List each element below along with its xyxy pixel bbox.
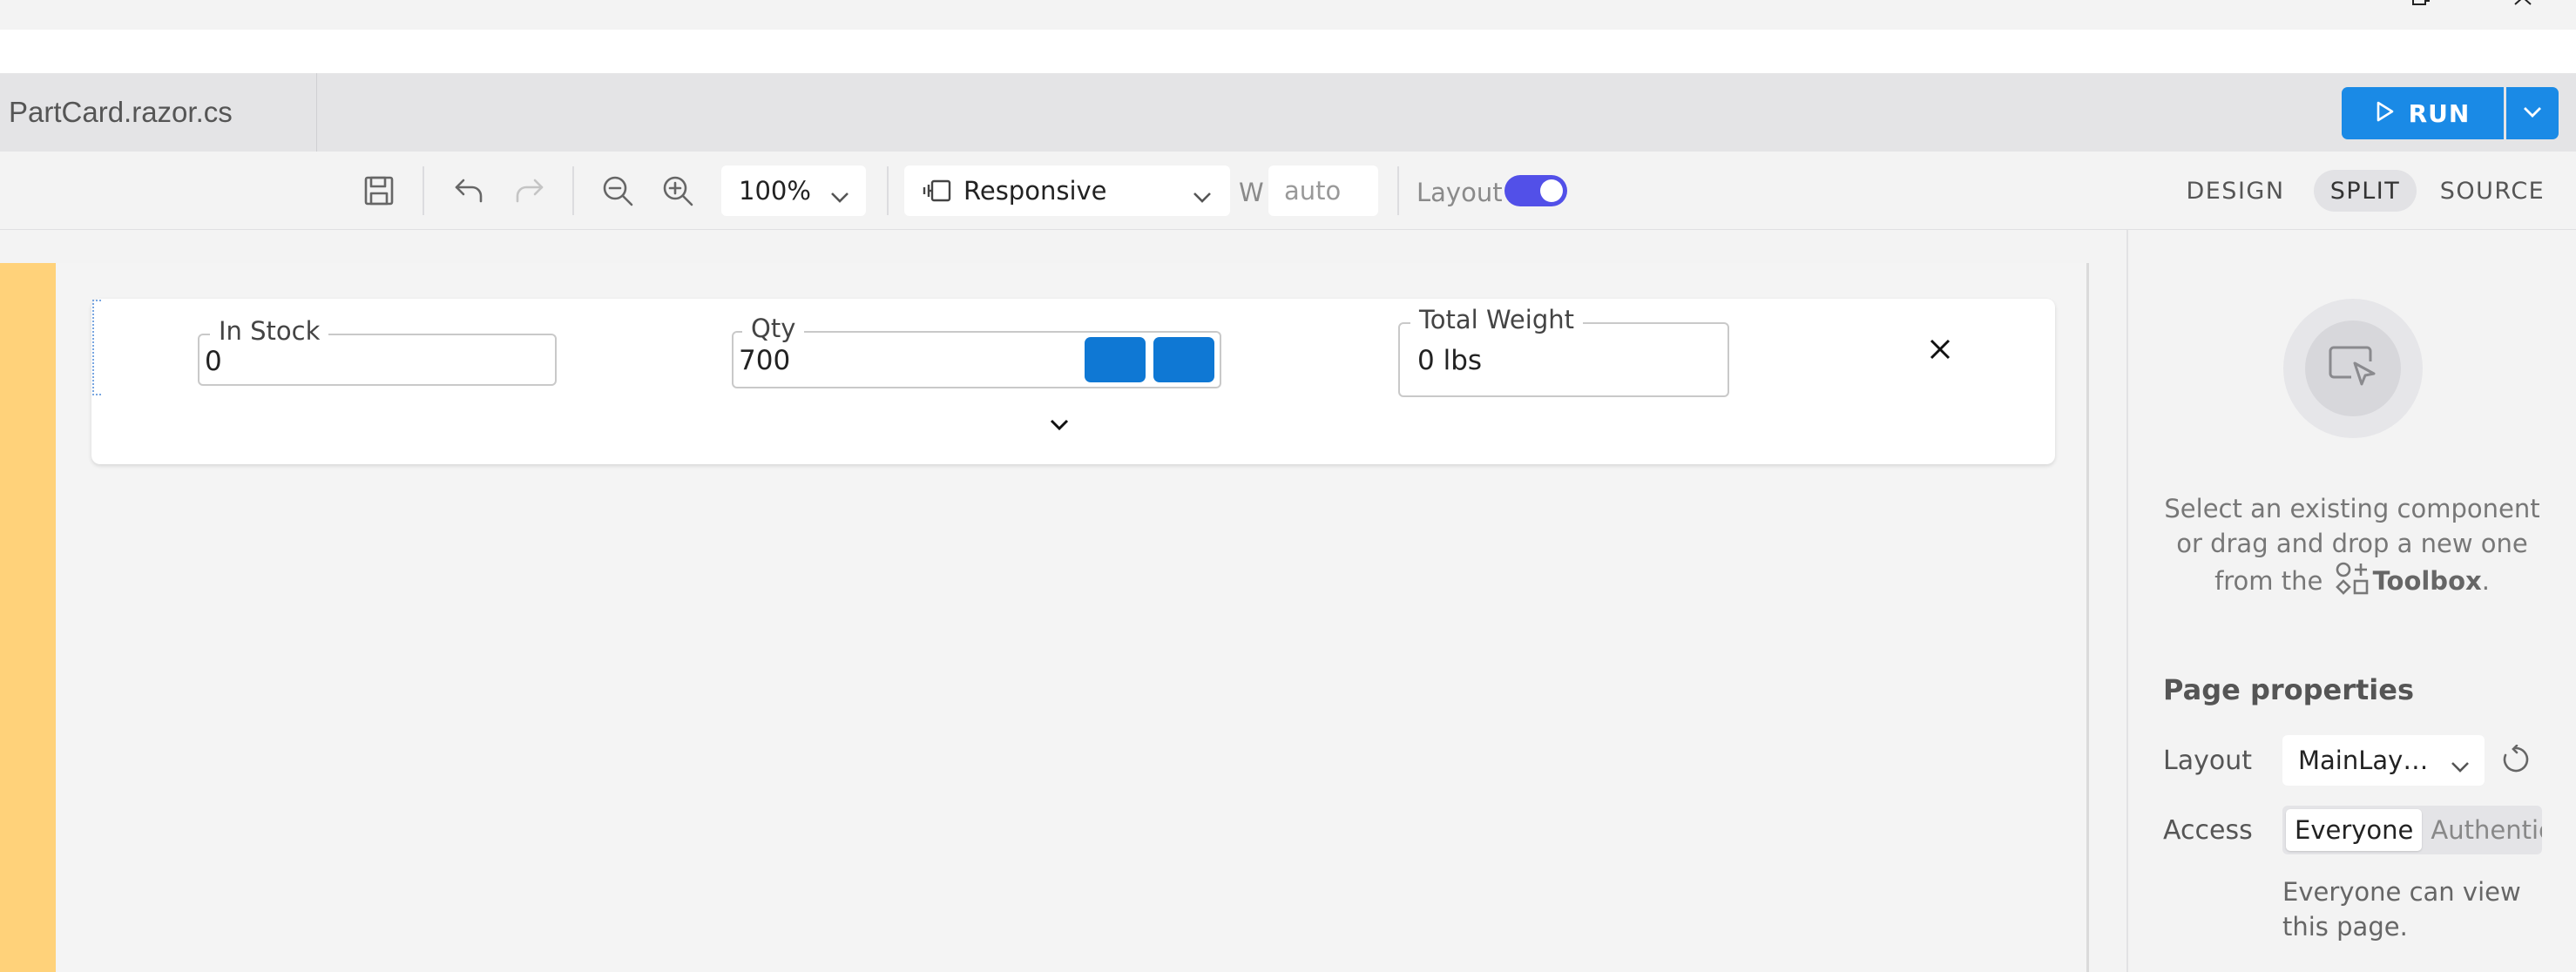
responsive-device-icon bbox=[920, 179, 953, 203]
qty-value: 700 bbox=[739, 345, 791, 376]
qty-label: Qty bbox=[742, 314, 805, 343]
tab-bar: PartCard.razor.cs RUN bbox=[0, 73, 2576, 152]
play-icon bbox=[2376, 99, 2395, 128]
separator bbox=[887, 166, 889, 215]
designer-toolbar: 100% Responsive W auto Layout DESIGN SPL… bbox=[0, 152, 2576, 230]
access-description: Everyone can view this page. bbox=[2282, 877, 2521, 942]
run-button[interactable]: RUN bbox=[2342, 87, 2504, 139]
layout-select[interactable]: MainLay… bbox=[2282, 735, 2485, 786]
minimize-icon[interactable] bbox=[2295, 0, 2347, 23]
chevron-down-icon bbox=[2523, 105, 2542, 122]
width-value: auto bbox=[1284, 176, 1342, 206]
undo-icon[interactable] bbox=[444, 166, 493, 215]
select-cursor-icon bbox=[2327, 344, 2379, 393]
separator bbox=[1397, 166, 1399, 215]
layout-toggle-label: Layout bbox=[1416, 178, 1503, 207]
qty-stepper[interactable]: Qty 700 bbox=[732, 314, 1221, 388]
total-weight-value: 0 lbs bbox=[1417, 345, 1483, 376]
part-card[interactable]: In Stock 0 Qty 700 Total Weight 0 lbs bbox=[91, 299, 2055, 464]
expand-chevron-icon[interactable] bbox=[1046, 412, 1072, 438]
empty-selection-hint: Select an existing component or drag and… bbox=[2160, 491, 2544, 604]
layout-select-value: MainLay… bbox=[2298, 746, 2429, 775]
close-icon[interactable] bbox=[1923, 332, 1957, 367]
access-option-everyone[interactable]: Everyone bbox=[2286, 809, 2423, 851]
empty-selection-illustration bbox=[2283, 299, 2423, 438]
selection-marker bbox=[92, 300, 101, 395]
in-stock-label: In Stock bbox=[210, 316, 329, 346]
access-segmented-control[interactable]: Everyone Authentica bbox=[2282, 806, 2542, 854]
run-options-button[interactable] bbox=[2506, 87, 2559, 139]
tab-source[interactable]: SOURCE bbox=[2436, 170, 2549, 212]
in-stock-value: 0 bbox=[205, 346, 222, 377]
close-window-icon[interactable] bbox=[2497, 0, 2549, 23]
redo-icon[interactable] bbox=[505, 166, 554, 215]
qty-increment-button[interactable] bbox=[1153, 337, 1214, 382]
zoom-value: 100% bbox=[739, 176, 811, 206]
chevron-down-icon bbox=[829, 181, 850, 211]
in-stock-field[interactable]: In Stock 0 bbox=[198, 316, 557, 386]
save-icon[interactable] bbox=[355, 166, 403, 215]
total-weight-field[interactable]: Total Weight 0 lbs bbox=[1398, 305, 1729, 397]
device-select[interactable]: Responsive bbox=[904, 165, 1230, 216]
window-titlebar bbox=[0, 0, 2576, 30]
separator bbox=[572, 166, 574, 215]
layout-prop-label: Layout bbox=[2163, 746, 2252, 776]
tab-design[interactable]: DESIGN bbox=[2183, 170, 2288, 212]
page-properties-title: Page properties bbox=[2163, 673, 2415, 706]
access-option-authenticated[interactable]: Authentica bbox=[2422, 809, 2542, 851]
width-input[interactable]: auto bbox=[1268, 165, 1378, 216]
tab-split[interactable]: SPLIT bbox=[2314, 170, 2417, 212]
width-label: W bbox=[1239, 178, 1264, 207]
separator bbox=[423, 166, 424, 215]
run-button-group: RUN bbox=[2342, 87, 2559, 139]
zoom-select[interactable]: 100% bbox=[721, 165, 866, 216]
layout-toggle[interactable] bbox=[1504, 175, 1567, 206]
device-value: Responsive bbox=[963, 176, 1107, 206]
zoom-in-icon[interactable] bbox=[653, 166, 702, 215]
total-weight-label: Total Weight bbox=[1410, 305, 1583, 334]
chevron-down-icon bbox=[2450, 751, 2471, 780]
zoom-out-icon[interactable] bbox=[593, 166, 642, 215]
access-prop-label: Access bbox=[2163, 815, 2253, 846]
top-strip bbox=[0, 30, 2576, 73]
refresh-icon[interactable] bbox=[2498, 742, 2533, 777]
run-label: RUN bbox=[2408, 98, 2471, 128]
canvas-side-strip bbox=[0, 263, 56, 972]
toolbox-icon bbox=[2335, 561, 2370, 604]
file-tab[interactable]: PartCard.razor.cs bbox=[0, 73, 317, 152]
qty-decrement-button[interactable] bbox=[1085, 337, 1146, 382]
restore-icon[interactable] bbox=[2394, 0, 2446, 23]
chevron-down-icon bbox=[1192, 181, 1213, 211]
